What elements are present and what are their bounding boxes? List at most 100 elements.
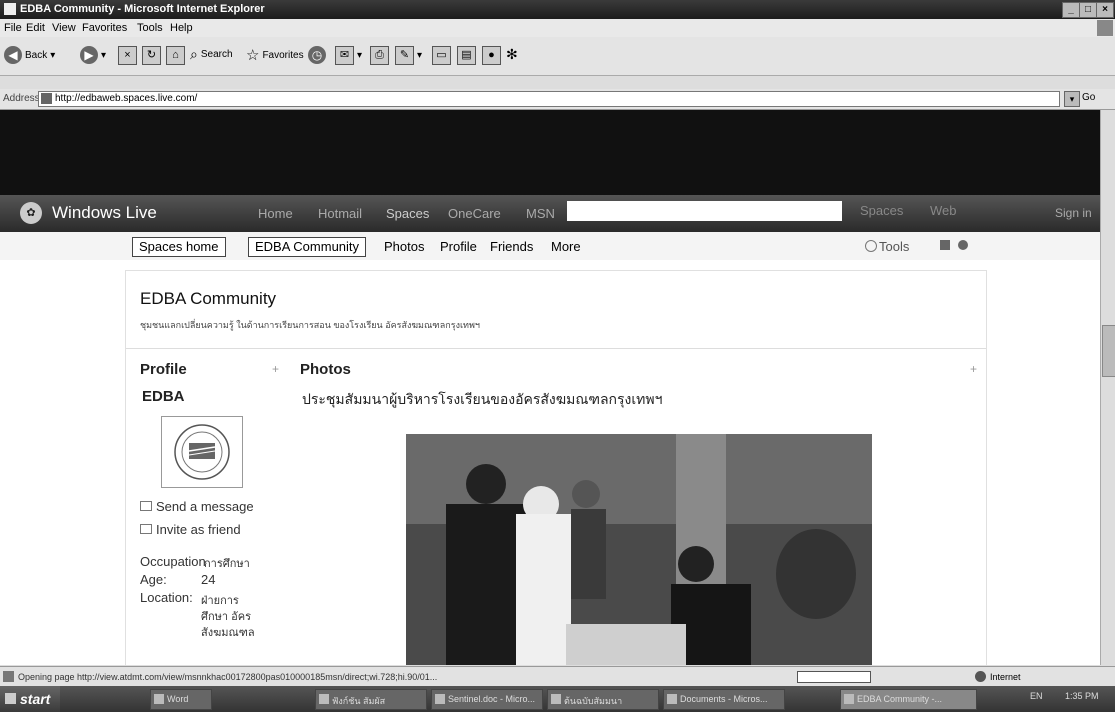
ie-app-icon (4, 3, 16, 15)
address-label: Address (3, 93, 40, 104)
ie-window: EDBA Community - Microsoft Internet Expl… (0, 0, 1115, 712)
nav-onecare[interactable]: OneCare (448, 206, 501, 221)
avatar[interactable] (161, 416, 243, 488)
page-loading-icon (3, 671, 14, 682)
space-content: EDBA Community ชุมชนแลกเปลี่ยนความรู้ ใน… (125, 270, 987, 665)
refresh-button[interactable]: ↻ (142, 46, 161, 65)
taskbar-item[interactable]: ต้นฉบับสัมมนา (547, 689, 659, 710)
tools-menu[interactable]: Tools (865, 239, 909, 254)
extra-tool-button[interactable]: ✻ (506, 46, 518, 63)
nav-home[interactable]: Home (258, 206, 293, 221)
taskbar-item[interactable]: ฟังก์ชัน สัมผัส (315, 689, 427, 710)
edit-button[interactable]: ✎ ▾ (395, 46, 422, 65)
sign-in-link[interactable]: Sign in (1055, 206, 1092, 220)
close-button[interactable]: × (1096, 2, 1114, 18)
nav-spaces[interactable]: Spaces (386, 206, 429, 221)
address-url: http://edbaweb.spaces.live.com/ (55, 93, 198, 104)
print-icon: ⎙ (370, 46, 389, 65)
web-page: ✿ Windows Live Home Hotmail Spaces OneCa… (0, 110, 1100, 665)
address-input[interactable]: http://edbaweb.spaces.live.com/ (38, 91, 1060, 107)
invite-friend-link[interactable]: Invite as friend (140, 522, 241, 537)
taskbar-item[interactable]: Documents - Micros... (663, 689, 785, 710)
menu-bar: File Edit View Favorites Tools Help (0, 19, 1115, 37)
research-button[interactable]: ▤ (457, 46, 476, 65)
space-title[interactable]: EDBA Community (140, 289, 276, 309)
photos-heading[interactable]: Photos (300, 361, 351, 378)
profile-heading[interactable]: Profile (140, 361, 187, 378)
language-indicator[interactable]: EN (1030, 691, 1043, 701)
page-favicon-icon (41, 93, 52, 104)
tab-edba-community[interactable]: EDBA Community (248, 237, 367, 257)
go-button[interactable]: Go (1082, 92, 1095, 103)
profile-name[interactable]: EDBA (142, 388, 185, 405)
discuss-button[interactable]: ▭ (432, 46, 451, 65)
taskbar-item-active[interactable]: EDBA Community -... (840, 689, 977, 710)
start-button[interactable]: start (0, 686, 60, 712)
menu-tools[interactable]: Tools (137, 22, 163, 34)
history-button[interactable]: ◷ (308, 46, 326, 64)
options-icon[interactable] (940, 240, 950, 250)
tab-more[interactable]: More (551, 239, 581, 254)
help-icon[interactable] (958, 240, 968, 250)
maximize-button[interactable]: □ (1079, 2, 1097, 18)
photos-expand-icon[interactable]: + (970, 362, 977, 376)
history-icon: ◷ (308, 46, 326, 64)
nav-msn[interactable]: MSN (526, 206, 555, 221)
tab-profile[interactable]: Profile (440, 239, 477, 254)
space-subtitle: ชุมชนแลกเปลี่ยนความรู้ ในด้านการเรียนการ… (140, 320, 480, 330)
windows-live-header: ✿ Windows Live Home Hotmail Spaces OneCa… (0, 195, 1100, 232)
favorites-button[interactable]: ☆ Favorites (246, 46, 304, 64)
refresh-icon: ↻ (142, 46, 161, 65)
age-label: Age: (140, 572, 167, 587)
favorites-label: Favorites (262, 49, 304, 61)
menu-help[interactable]: Help (170, 22, 193, 34)
search-button[interactable]: ⌕ Search (190, 46, 233, 63)
windows-live-logo-icon[interactable]: ✿ (20, 202, 42, 224)
windows-live-brand[interactable]: Windows Live (52, 203, 157, 223)
messenger-button[interactable]: ● (482, 46, 501, 65)
nav-hotmail[interactable]: Hotmail (318, 206, 362, 221)
tools-label: Tools (879, 239, 910, 254)
menu-file[interactable]: File (4, 22, 22, 34)
vertical-scrollbar[interactable] (1100, 110, 1115, 665)
search-icon: ⌕ (190, 46, 198, 62)
stop-button[interactable]: × (118, 46, 137, 65)
menu-favorites[interactable]: Favorites (82, 22, 127, 34)
location-label: Location: (140, 590, 193, 605)
profile-expand-icon[interactable]: + (272, 362, 279, 376)
age-value: 24 (201, 572, 216, 587)
tab-friends[interactable]: Friends (490, 239, 533, 254)
ad-banner[interactable] (0, 110, 1100, 195)
address-dropdown-button[interactable]: ▾ (1064, 91, 1080, 107)
forward-button[interactable]: ▶ ▾ (80, 46, 106, 64)
mail-button[interactable]: ✉ ▾ (335, 46, 362, 65)
windows-logo-icon (5, 693, 16, 704)
back-label: Back (25, 49, 48, 61)
home-button[interactable]: ⌂ (166, 46, 185, 65)
status-bar: Opening page http://view.atdmt.com/view/… (0, 666, 1115, 687)
mail-icon: ✉ (335, 46, 354, 65)
tools-gear-icon (865, 240, 877, 252)
task-icon (667, 694, 677, 704)
tab-spaces-home[interactable]: Spaces home (132, 237, 226, 257)
address-bar: Address http://edbaweb.spaces.live.com/ … (0, 89, 1115, 110)
security-zone: Internet (990, 672, 1021, 682)
taskbar-item[interactable]: Sentinel.doc - Micro... (431, 689, 543, 710)
tab-photos[interactable]: Photos (384, 239, 424, 254)
minimize-button[interactable]: _ (1062, 2, 1080, 18)
album-title[interactable]: ประชุมสัมมนาผู้บริหารโรงเรียนของอัครสังฆ… (302, 389, 663, 411)
header-divider (126, 348, 986, 349)
live-search-input[interactable] (567, 201, 842, 221)
taskbar-item[interactable]: Word (150, 689, 212, 710)
back-button[interactable]: ◀ Back ▾ (4, 46, 55, 64)
menu-edit[interactable]: Edit (26, 22, 45, 34)
scrollbar-thumb[interactable] (1102, 325, 1115, 377)
send-message-link[interactable]: Send a message (140, 499, 254, 514)
send-message-label: Send a message (156, 499, 254, 514)
album-photo[interactable] (406, 434, 872, 665)
search-web-button[interactable]: Web (930, 203, 957, 218)
print-button[interactable]: ⎙ (370, 46, 389, 65)
menu-view[interactable]: View (52, 22, 76, 34)
clock[interactable]: 1:35 PM (1065, 691, 1099, 701)
search-spaces-button[interactable]: Spaces (860, 203, 903, 218)
